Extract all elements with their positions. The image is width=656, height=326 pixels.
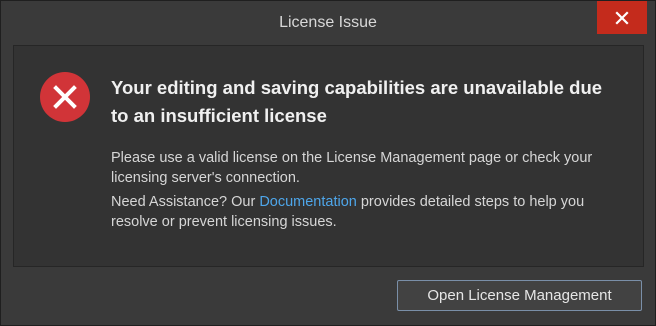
message-heading: Your editing and saving capabilities are…	[111, 77, 603, 126]
open-license-management-button[interactable]: Open License Management	[397, 280, 642, 311]
title-bar: License Issue	[1, 1, 655, 45]
error-icon	[40, 72, 90, 122]
close-button[interactable]	[597, 1, 647, 34]
message-panel: Your editing and saving capabilities are…	[13, 45, 644, 267]
message-body-license: Please use a valid license on the Licens…	[111, 150, 593, 186]
assistance-prefix: Need Assistance? Our	[111, 194, 260, 210]
license-issue-dialog: License Issue Your editing and saving ca…	[0, 0, 656, 326]
documentation-link[interactable]: Documentation	[259, 194, 357, 210]
message-body-assistance: Need Assistance? Our Documentation provi…	[111, 192, 631, 232]
window-title: License Issue	[279, 14, 377, 31]
close-icon	[615, 10, 629, 25]
